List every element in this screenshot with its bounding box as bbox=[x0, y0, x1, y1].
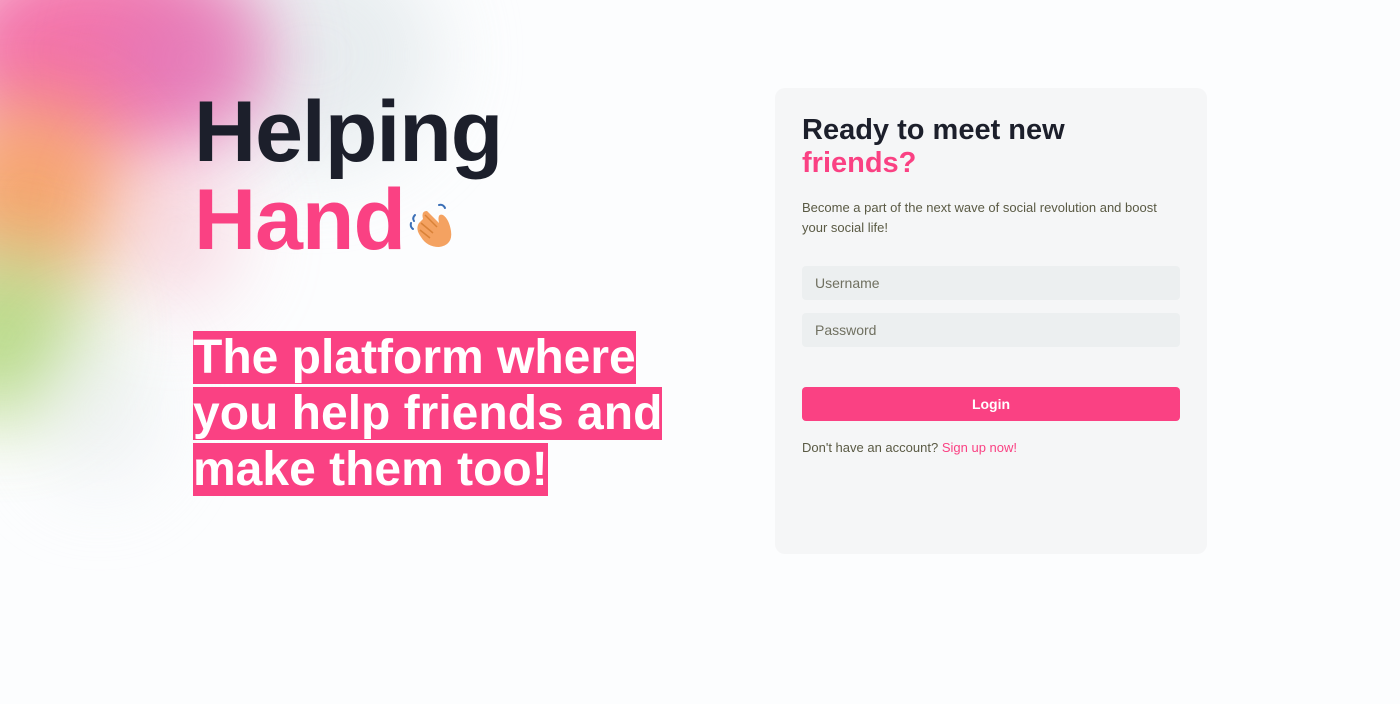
login-card: Ready to meet new friends? Become a part… bbox=[775, 88, 1207, 554]
login-card-title-line1: Ready to meet new bbox=[802, 114, 1065, 146]
tagline-text: The platform where you help friends and … bbox=[193, 331, 663, 496]
background-blob bbox=[40, 330, 160, 490]
login-button[interactable]: Login bbox=[802, 387, 1180, 421]
login-card-subtitle: Become a part of the next wave of social… bbox=[802, 200, 1157, 235]
tagline: The platform where you help friends and … bbox=[193, 330, 673, 498]
signup-row: Don't have an account? Sign up now! bbox=[802, 440, 1180, 455]
brand-title-line2: Hand bbox=[194, 176, 502, 264]
brand-title-line1: Helping bbox=[194, 84, 503, 180]
brand-title: Helping Hand bbox=[194, 84, 503, 264]
brand-title-line2-text: Hand bbox=[194, 172, 406, 268]
username-input[interactable] bbox=[802, 266, 1180, 300]
signup-prompt: Don't have an account? bbox=[802, 440, 939, 455]
signup-link[interactable]: Sign up now! bbox=[942, 440, 1017, 455]
password-input[interactable] bbox=[802, 313, 1180, 347]
landing-page: Helping Hand The platform where you help… bbox=[0, 0, 1400, 704]
login-card-title-line2: friends? bbox=[802, 147, 917, 179]
login-card-title: Ready to meet new friends? bbox=[802, 114, 1180, 180]
waving-hand-icon bbox=[409, 203, 452, 247]
